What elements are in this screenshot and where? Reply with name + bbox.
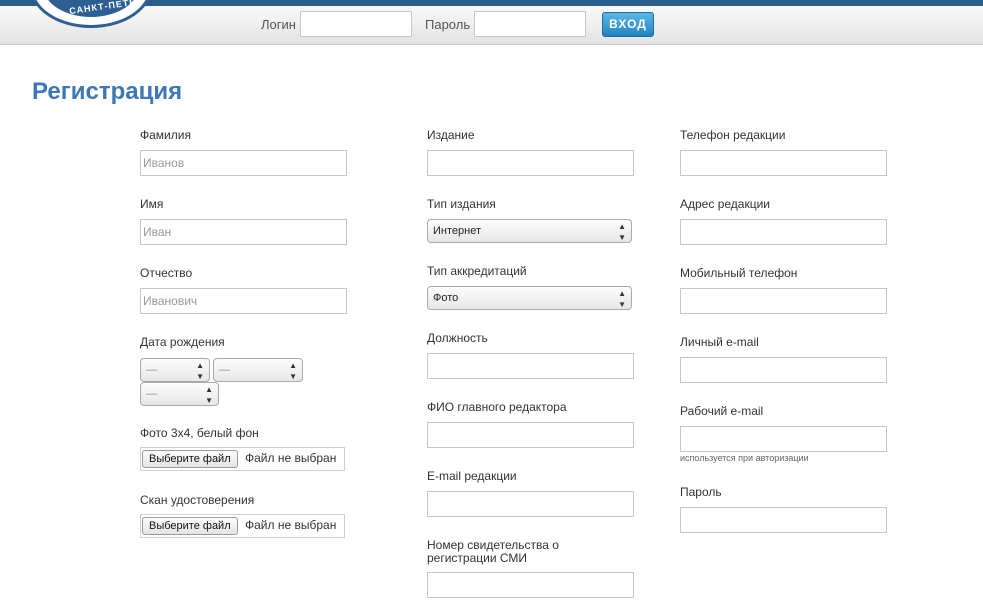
birth-day-select[interactable]: — ▲ ▼: [140, 358, 210, 382]
patronymic-label: Отчество: [140, 266, 193, 280]
editorial-phone-label: Телефон редакции: [680, 128, 786, 142]
certificate-input[interactable]: [427, 572, 634, 598]
mobile-phone-label: Мобильный телефон: [680, 266, 798, 280]
edition-label: Издание: [427, 128, 475, 142]
password-label: Пароль: [425, 17, 471, 32]
editorial-address-label: Адрес редакции: [680, 197, 770, 211]
select-arrows-icon: ▲ ▼: [618, 289, 626, 309]
editorial-phone-input[interactable]: [680, 150, 887, 176]
personal-email-label: Личный e-mail: [680, 335, 759, 349]
select-arrows-icon: ▲ ▼: [196, 361, 204, 381]
edition-input[interactable]: [427, 150, 634, 176]
editorial-email-input[interactable]: [427, 491, 634, 517]
work-email-input[interactable]: [680, 426, 887, 452]
personal-email-input[interactable]: [680, 357, 887, 383]
position-label: Должность: [427, 331, 488, 345]
accreditation-type-value: Фото: [433, 292, 459, 304]
chief-editor-input[interactable]: [427, 422, 634, 448]
password-input[interactable]: [474, 11, 586, 37]
birth-day-value: —: [146, 364, 157, 376]
birth-month-select[interactable]: — ▲ ▼: [213, 358, 303, 382]
certificate-label: Номер свидетельства о регистрации СМИ: [427, 539, 559, 565]
password-field-input[interactable]: [680, 507, 887, 533]
photo-label: Фото 3х4, белый фон: [140, 426, 259, 440]
scan-label: Скан удостоверения: [140, 493, 255, 507]
certificate-label-line2: регистрации СМИ: [427, 551, 528, 565]
scan-file-status: Файл не выбран: [245, 518, 337, 532]
edition-type-label: Тип издания: [427, 197, 496, 211]
login-input[interactable]: [300, 11, 412, 37]
birth-year-value: —: [146, 388, 157, 400]
name-input[interactable]: Иван: [140, 219, 347, 245]
surname-label: Фамилия: [140, 128, 191, 142]
scan-file-input[interactable]: Выберите файл Файл не выбран: [140, 514, 345, 538]
scan-choose-file-button[interactable]: Выберите файл: [142, 517, 238, 535]
work-email-hint: используется при авторизации: [680, 453, 809, 463]
photo-choose-file-button[interactable]: Выберите файл: [142, 450, 238, 468]
birthdate-label: Дата рождения: [140, 335, 225, 349]
select-arrows-icon: ▲ ▼: [205, 385, 213, 405]
edition-type-value: Интернет: [433, 225, 481, 237]
name-label: Имя: [140, 197, 164, 211]
surname-input[interactable]: Иванов: [140, 150, 347, 176]
birth-year-select[interactable]: — ▲ ▼: [140, 382, 219, 406]
site-logo[interactable]: САНКТ-ПЕТЕР: [30, 0, 152, 28]
password-field-label: Пароль: [680, 485, 722, 499]
chief-editor-label: ФИО главного редактора: [427, 400, 567, 414]
select-arrows-icon: ▲ ▼: [289, 361, 297, 381]
select-arrows-icon: ▲ ▼: [618, 222, 626, 242]
login-label: Логин: [261, 17, 296, 32]
accreditation-type-select[interactable]: Фото ▲ ▼: [427, 286, 632, 310]
page-title: Регистрация: [32, 78, 183, 105]
editorial-address-input[interactable]: [680, 219, 887, 245]
patronymic-input[interactable]: Иванович: [140, 288, 347, 314]
photo-file-input[interactable]: Выберите файл Файл не выбран: [140, 447, 345, 471]
work-email-label: Рабочий e-mail: [680, 404, 764, 418]
accreditation-type-label: Тип аккредитаций: [427, 264, 527, 278]
mobile-phone-input[interactable]: [680, 288, 887, 314]
header-bar: САНКТ-ПЕТЕР Логин Пароль ВХОД: [0, 0, 983, 45]
edition-type-select[interactable]: Интернет ▲ ▼: [427, 219, 632, 243]
position-input[interactable]: [427, 353, 634, 379]
login-button[interactable]: ВХОД: [602, 12, 654, 37]
photo-file-status: Файл не выбран: [245, 451, 337, 465]
certificate-label-line1: Номер свидетельства о: [427, 538, 559, 552]
birth-month-value: —: [219, 364, 230, 376]
editorial-email-label: E-mail редакции: [427, 469, 517, 483]
